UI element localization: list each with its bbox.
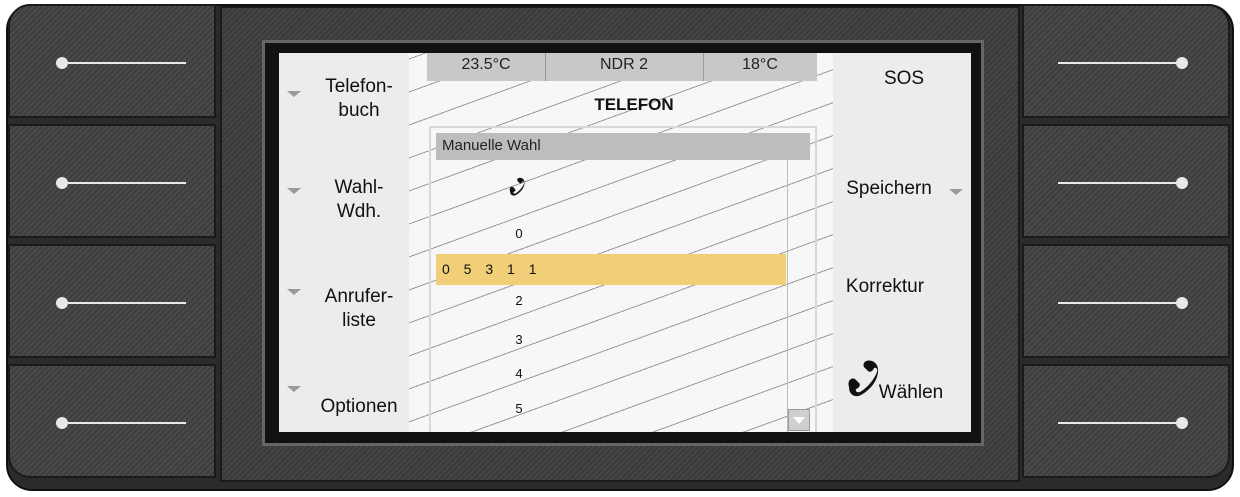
softkey-indicator-icon <box>287 289 301 295</box>
softkey-sos[interactable]: SOS <box>859 67 949 91</box>
outside-temperature: 23.5°C <box>461 56 511 73</box>
scroll-down-icon <box>793 417 805 424</box>
hardkey-dot <box>1176 297 1188 309</box>
panel-header: Manuelle Wahl <box>436 133 810 160</box>
hardkey-line <box>62 62 186 64</box>
hardkey-line <box>62 302 186 304</box>
hardkey-line <box>62 422 186 424</box>
hardkey-left-2[interactable] <box>8 124 216 238</box>
softkey-speichern[interactable]: Speichern <box>839 177 939 201</box>
hardkey-dot <box>56 57 68 69</box>
display-screen: Telefon- buch Wahl- Wdh. Anrufer- liste … <box>279 53 971 432</box>
hardkey-right-4[interactable] <box>1022 364 1230 478</box>
softkey-anruferliste[interactable]: Anrufer- liste <box>319 285 399 333</box>
status-bar: 23.5°C NDR 2 18°C <box>427 53 817 81</box>
dial-digit[interactable]: 0 <box>499 226 539 241</box>
softkey-indicator-icon <box>949 189 963 195</box>
hardkey-dot <box>56 297 68 309</box>
hardkey-line <box>1058 62 1182 64</box>
hardkey-dot <box>1176 177 1188 189</box>
hardkey-left-3[interactable] <box>8 244 216 358</box>
hardkey-dot <box>1176 417 1188 429</box>
hardkey-dot <box>1176 57 1188 69</box>
hardkey-right-2[interactable] <box>1022 124 1230 238</box>
dial-digit[interactable]: 2 <box>499 293 539 308</box>
hardkey-line <box>1058 302 1182 304</box>
hardkey-line <box>1058 422 1182 424</box>
softkey-indicator-icon <box>287 91 301 97</box>
softkey-indicator-icon <box>287 386 301 392</box>
dial-digit[interactable]: 4 <box>499 366 539 381</box>
softkey-indicator-icon <box>287 188 301 194</box>
list-divider <box>787 160 788 432</box>
softkey-optionen[interactable]: Optionen <box>319 395 399 419</box>
hardkey-line <box>62 182 186 184</box>
hardkey-right-3[interactable] <box>1022 244 1230 358</box>
panel-header-label: Manuelle Wahl <box>442 137 541 154</box>
left-hardkeys <box>8 4 216 482</box>
dial-entry-row[interactable]: 0 5 3 1 1 <box>436 254 786 285</box>
hardkey-dot <box>56 177 68 189</box>
softkey-wahl-wdh[interactable]: Wahl- Wdh. <box>319 176 399 224</box>
dial-entry-value: 0 5 3 1 1 <box>442 261 542 277</box>
dial-handset-icon <box>507 175 529 202</box>
softkey-korrektur[interactable]: Korrektur <box>835 275 935 299</box>
dial-digit[interactable]: 3 <box>499 332 539 347</box>
scroll-down-button[interactable] <box>788 409 810 431</box>
softkey-telefonbuch[interactable]: Telefon- buch <box>319 75 399 123</box>
inside-temperature: 18°C <box>742 56 778 73</box>
hardkey-line <box>1058 182 1182 184</box>
dial-digit[interactable]: 5 <box>499 401 539 416</box>
hardkey-left-4[interactable] <box>8 364 216 478</box>
softkey-waehlen[interactable]: Wählen <box>871 381 951 405</box>
hardkey-dot <box>56 417 68 429</box>
page-title: TELEFON <box>594 95 674 114</box>
radio-station: NDR 2 <box>599 56 648 73</box>
hardkey-right-1[interactable] <box>1022 4 1230 118</box>
right-hardkeys <box>1022 4 1230 482</box>
hardkey-left-1[interactable] <box>8 4 216 118</box>
